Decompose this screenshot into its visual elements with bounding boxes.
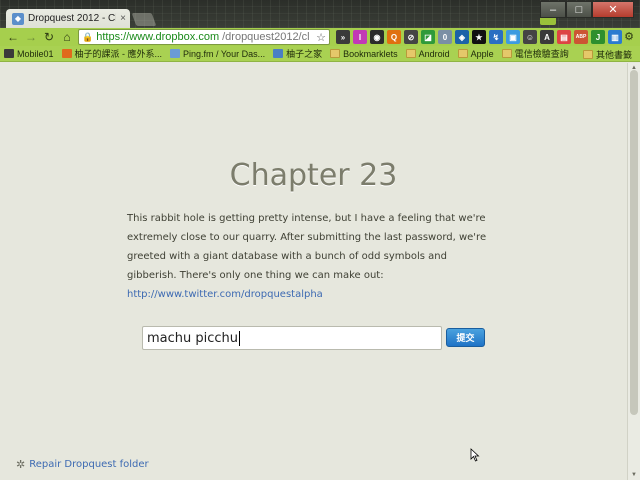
dropbox-favicon-icon: ◆: [12, 12, 24, 25]
app-extension-icon[interactable]: ▣: [506, 30, 520, 44]
folder-icon: [501, 49, 512, 58]
folder-icon: [457, 49, 468, 58]
url-path: /dropquest2012/cl: [222, 31, 310, 43]
bookmark-label: Apple: [470, 48, 494, 59]
extension-icons: » I ◉ Q ⊘ ◪ 0 ◈ ★ ↯ ▣ ☺ A ▤ ABP J ▥: [336, 30, 622, 44]
tab-extension-icon[interactable]: ▥: [608, 30, 622, 44]
bookmark-star-icon[interactable]: ☆: [316, 31, 326, 44]
clip-extension-icon[interactable]: J: [591, 30, 605, 44]
other-bookmarks-label: 其他書籤: [595, 50, 632, 60]
bookmark-item[interactable]: 電信檢驗查詢: [501, 47, 569, 60]
bookmark-label: Android: [418, 48, 450, 59]
bookmark-label: Mobile01: [17, 48, 54, 59]
chrome-extension-icon[interactable]: ◉: [370, 30, 384, 44]
bookmark-label: 柚子的課派 - 應外系...: [74, 49, 163, 59]
tab-close-icon[interactable]: ×: [120, 13, 126, 24]
bookmark-label: 電信檢驗查詢: [514, 49, 569, 59]
adblock-extension-icon[interactable]: ⊘: [404, 30, 418, 44]
gear-icon: ✲: [16, 458, 26, 471]
story-text: This rabbit hole is getting pretty inten…: [127, 209, 487, 304]
repair-label: Repair Dropquest folder: [29, 459, 149, 470]
mobile01-icon: [4, 49, 14, 58]
other-bookmarks[interactable]: 其他書籤: [582, 48, 632, 61]
evernote-extension-icon[interactable]: A: [540, 30, 554, 44]
lock-icon: 🔒: [82, 31, 94, 42]
translate-extension-icon[interactable]: ◪: [421, 30, 435, 44]
text-caret: [239, 330, 241, 346]
answer-value: machu picchu: [147, 330, 239, 346]
browser-tab[interactable]: ◆ Dropquest 2012 - Chapte ×: [6, 9, 130, 28]
pingfm-icon: [170, 49, 181, 58]
scrollbar-thumb[interactable]: [630, 70, 638, 415]
bookmarks-bar: Mobile01 柚子的課派 - 應外系... Ping.fm / Your Das…: [0, 46, 640, 62]
bookmark-label: 柚子之家: [286, 49, 323, 59]
window-controls: – □ ✕: [540, 1, 634, 18]
new-tab-button[interactable]: [131, 13, 157, 26]
counter-extension-icon[interactable]: 0: [438, 30, 452, 44]
star-extension-icon[interactable]: ★: [472, 30, 486, 44]
bookmark-item[interactable]: 柚子的課派 - 應外系...: [61, 47, 163, 60]
submit-button[interactable]: 提交: [446, 328, 485, 347]
forward-arrow-icon[interactable]: →: [22, 30, 40, 44]
calendar-extension-icon[interactable]: ▤: [557, 30, 571, 44]
maximize-button[interactable]: □: [566, 1, 592, 18]
address-bar[interactable]: 🔒 https://www.dropbox.com /dropquest2012…: [78, 29, 330, 45]
reload-icon[interactable]: ↻: [40, 30, 58, 44]
bookmark-item[interactable]: 柚子之家: [273, 47, 322, 60]
bookmark-item[interactable]: Bookmarklets: [330, 49, 398, 59]
image-icon: [273, 49, 284, 58]
wrench-menu-icon[interactable]: ⚙: [624, 30, 634, 43]
bitly-extension-icon[interactable]: »: [336, 30, 350, 44]
minimize-button[interactable]: –: [540, 1, 566, 18]
folder-icon: [582, 50, 593, 59]
tab-title: Dropquest 2012 - Chapte: [28, 13, 116, 24]
lightning-extension-icon[interactable]: ↯: [489, 30, 503, 44]
bookmark-item[interactable]: Android: [405, 48, 450, 59]
page-title: Chapter 23: [229, 158, 398, 193]
folder-icon: [330, 49, 341, 58]
repair-link[interactable]: ✲ Repair Dropquest folder: [16, 458, 149, 471]
story-paragraph: This rabbit hole is getting pretty inten…: [127, 213, 487, 281]
bookmark-item[interactable]: Ping.fm / Your Das...: [170, 49, 265, 59]
people-extension-icon[interactable]: ☺: [523, 30, 537, 44]
abp-extension-icon[interactable]: ABP: [574, 30, 588, 44]
bookmark-item[interactable]: Mobile01: [4, 49, 54, 59]
mouse-cursor-icon: [470, 448, 480, 462]
reader-extension-icon[interactable]: ◈: [455, 30, 469, 44]
url-domain: https://www.dropbox.com: [96, 31, 220, 43]
instapaper-extension-icon[interactable]: I: [353, 30, 367, 44]
bookmark-item[interactable]: Apple: [457, 48, 494, 59]
close-window-button[interactable]: ✕: [592, 1, 634, 18]
answer-input[interactable]: machu picchu: [142, 326, 442, 350]
title-bar: ◆ Dropquest 2012 - Chapte × – □ ✕: [0, 0, 640, 28]
scroll-down-icon[interactable]: ▼: [631, 472, 637, 478]
home-icon[interactable]: ⌂: [58, 30, 76, 44]
folder-icon: [405, 49, 416, 58]
bookmark-label: Ping.fm / Your Das...: [183, 48, 266, 59]
twitter-link[interactable]: http://www.twitter.com/dropquestalpha: [127, 289, 323, 300]
back-arrow-icon[interactable]: ←: [4, 30, 22, 44]
p-icon: [61, 49, 72, 58]
rss-extension-icon[interactable]: Q: [387, 30, 401, 44]
bookmark-label: Bookmarklets: [343, 48, 398, 59]
